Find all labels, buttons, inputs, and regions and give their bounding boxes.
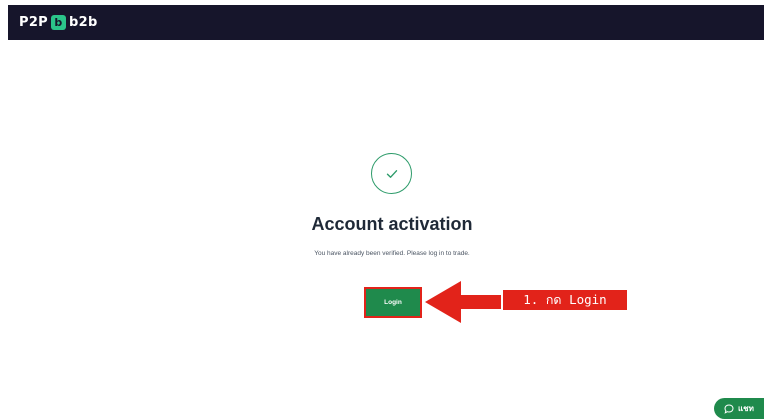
chat-bubble-icon: [724, 403, 734, 414]
chat-button[interactable]: แชท: [714, 398, 764, 419]
logo-text-prefix: P2P: [19, 15, 49, 30]
top-navigation-bar: P2P b b2b: [8, 5, 764, 40]
logo-text-suffix: b2b: [69, 15, 98, 30]
left-arrow-annotation-icon: [425, 281, 501, 323]
chat-label: แชท: [738, 404, 754, 413]
logo-mark-icon: b: [51, 15, 67, 30]
step-instruction-label: 1. กด Login: [503, 290, 627, 310]
login-button[interactable]: Login: [364, 287, 422, 318]
page-title: Account activation: [311, 214, 473, 234]
p2pb2b-logo[interactable]: P2P b b2b: [19, 15, 98, 30]
verified-status-circle: [371, 153, 412, 194]
check-icon: [386, 169, 397, 178]
verification-message: You have already been verified. Please l…: [314, 250, 470, 257]
